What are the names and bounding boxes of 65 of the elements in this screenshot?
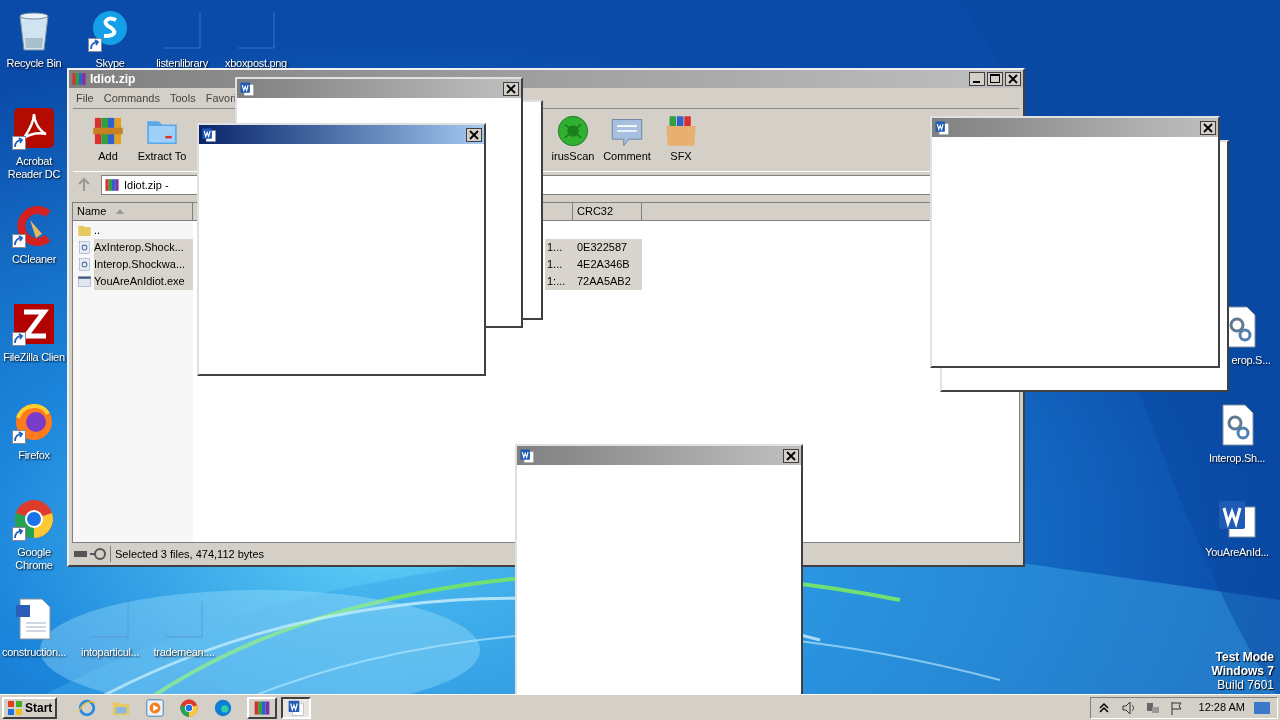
desktop-icon-label[interactable]: YouAreAnId... (1205, 546, 1269, 559)
word-icon (239, 80, 255, 97)
shortcut-arrow-icon (12, 332, 26, 346)
volume-icon[interactable] (1120, 699, 1137, 716)
table-cell: 1... (545, 239, 573, 256)
menu-item[interactable]: File (71, 89, 99, 107)
close-icon[interactable] (1005, 72, 1021, 86)
desktop-icon-label[interactable]: Firefox (18, 449, 50, 462)
shortcut-arrow-icon (12, 136, 26, 150)
desktop-icon-label[interactable]: FileZilla Clien (3, 351, 65, 364)
winrar-icon (104, 177, 120, 193)
file-name[interactable]: AxInterop.Shock... (94, 239, 193, 256)
close-icon[interactable] (503, 81, 519, 96)
toolbar-button[interactable]: Extract To (135, 109, 189, 163)
close-icon[interactable] (1200, 120, 1216, 135)
maximize-icon[interactable] (987, 72, 1003, 86)
file-name[interactable]: Interop.Shockwa... (94, 256, 193, 273)
desktop-icon-label[interactable]: CCleaner (11, 253, 57, 266)
close-icon[interactable] (466, 127, 482, 142)
table-cell: 1:... (545, 273, 573, 290)
desktop-icon-label[interactable]: Interop.Sh... (1209, 452, 1265, 465)
winrar-icon (71, 71, 87, 87)
menu-item[interactable]: Commands (98, 89, 165, 107)
word-icon (201, 126, 217, 143)
system-info-text: Build 7601 (1217, 678, 1274, 692)
drive-key-icon (72, 547, 108, 561)
desktop-icon-label[interactable]: xboxpost.png (225, 57, 287, 70)
window-title: Idiot.zip (90, 71, 136, 88)
status-text: Selected 3 files, 474,112 bytes (110, 545, 268, 563)
column-header[interactable]: Name (73, 203, 193, 220)
menu-item[interactable]: Tools (165, 89, 201, 107)
shortcut-arrow-icon (88, 38, 102, 52)
table-cell: 1... (545, 256, 573, 273)
file-name[interactable]: YouAreAnIdiot.exe (94, 273, 193, 290)
taskbar-button[interactable] (281, 696, 312, 719)
toolbar-button[interactable]: irusScan (546, 109, 600, 163)
show-desktop-icon[interactable] (1253, 699, 1271, 716)
close-icon[interactable] (783, 448, 799, 463)
table-cell: 4E2A346B (573, 256, 642, 273)
desktop-icon-label[interactable]: listenlibrary (156, 57, 208, 70)
sort-arrow-icon (116, 209, 125, 214)
shortcut-arrow-icon (12, 430, 26, 444)
shortcut-arrow-icon (12, 527, 26, 541)
table-cell: 72AA5AB2 (573, 273, 642, 290)
minimize-icon[interactable] (969, 72, 985, 86)
start-button[interactable]: Start (2, 696, 58, 719)
word-icon (519, 447, 535, 464)
desktop-icon-label[interactable]: Skype (95, 57, 125, 70)
table-cell: 0E322587 (573, 239, 642, 256)
desktop-icon-label[interactable]: Recycle Bin (6, 57, 62, 70)
word-icon (934, 119, 950, 136)
desktop-icon-label[interactable]: erop.S... (1231, 354, 1271, 367)
flag-icon[interactable] (1168, 699, 1185, 716)
toolbar-button[interactable]: SFX (654, 109, 708, 163)
desktop-icon-label[interactable]: construction... (2, 646, 66, 659)
toolbar-button[interactable]: Comment (600, 109, 654, 163)
toolbar-button[interactable]: Add (81, 109, 135, 163)
file-name[interactable]: .. (94, 222, 193, 239)
column-header[interactable]: CRC32 (573, 203, 642, 220)
system-info-text: Test Mode (1215, 650, 1274, 664)
system-info-text: Windows 7 (1211, 664, 1274, 678)
desktop-icon-label[interactable]: Acrobat Reader DC (1, 155, 67, 181)
clock: 12:28 AM (1198, 700, 1245, 716)
shortcut-arrow-icon (12, 234, 26, 248)
windows-logo-icon (7, 699, 23, 716)
